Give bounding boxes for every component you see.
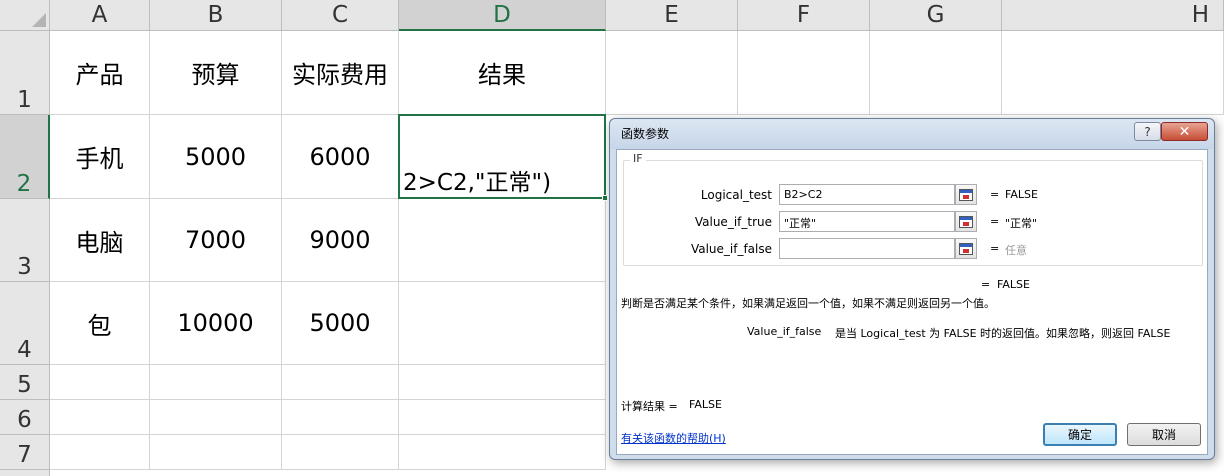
cell-g1[interactable]: [870, 31, 1002, 115]
cell-a1[interactable]: 产品: [50, 31, 150, 115]
select-all-icon: [32, 13, 46, 27]
function-name: IF: [630, 152, 646, 165]
logical-test-equals: =: [990, 188, 1000, 201]
cell-c2[interactable]: 6000: [282, 115, 399, 199]
function-description: 判断是否满足某个条件，如果满足返回一个值，如果不满足则返回另一个值。: [621, 297, 995, 310]
ok-button[interactable]: 确定: [1043, 423, 1117, 446]
value-if-false-equals: =: [990, 242, 1000, 255]
cell-a5[interactable]: [50, 365, 150, 400]
cell-d6[interactable]: [399, 400, 606, 435]
column-header-h[interactable]: H: [1002, 0, 1224, 31]
row-header-5[interactable]: 5: [0, 365, 50, 400]
row-header-2[interactable]: 2: [0, 115, 50, 199]
cell-c6[interactable]: [282, 400, 399, 435]
formula-result-value: FALSE: [997, 278, 1030, 291]
cell-c5[interactable]: [282, 365, 399, 400]
column-header-g[interactable]: G: [870, 0, 1002, 31]
arg-label-value-if-true: Value_if_true: [694, 215, 772, 229]
cell-d2-formula-edit[interactable]: 2>C2,"正常"): [399, 115, 606, 199]
value-if-true-ref-button[interactable]: [955, 211, 977, 232]
column-header-f[interactable]: F: [738, 0, 870, 31]
formula-result-equals: =: [981, 278, 991, 291]
row-header-8[interactable]: [0, 470, 50, 476]
column-header-e[interactable]: E: [606, 0, 738, 31]
dialog-close-button[interactable]: ✕: [1161, 122, 1208, 141]
range-select-icon: [959, 215, 973, 228]
arg-label-logical-test: Logical_test: [700, 188, 772, 202]
cell-a7[interactable]: [50, 435, 150, 470]
cell-b6[interactable]: [150, 400, 282, 435]
cell-b2[interactable]: 5000: [150, 115, 282, 199]
dialog-body: IF Logical_test B2>C2 = FALSE Value_if_t…: [616, 149, 1208, 455]
column-header-a[interactable]: A: [50, 0, 150, 31]
function-args-group: IF Logical_test B2>C2 = FALSE Value_if_t…: [623, 152, 1203, 266]
cell-a2[interactable]: 手机: [50, 115, 150, 199]
value-if-true-equals: =: [990, 215, 1000, 228]
cell-c1[interactable]: 实际费用: [282, 31, 399, 115]
cell-d4[interactable]: [399, 282, 606, 365]
range-select-icon: [959, 242, 973, 255]
row-header-4[interactable]: 4: [0, 282, 50, 365]
cancel-button[interactable]: 取消: [1127, 423, 1201, 446]
cell-a6[interactable]: [50, 400, 150, 435]
cell-c3[interactable]: 9000: [282, 199, 399, 282]
logical-test-result: FALSE: [1005, 188, 1038, 201]
fill-handle[interactable]: [602, 195, 608, 201]
select-all-corner[interactable]: [0, 0, 50, 31]
cell-b5[interactable]: [150, 365, 282, 400]
function-help-link[interactable]: 有关该函数的帮助(H): [621, 430, 726, 446]
cell-d3[interactable]: [399, 199, 606, 282]
arg-label-value-if-false: Value_if_false: [690, 242, 772, 256]
row-header-7[interactable]: 7: [0, 435, 50, 470]
cell-d7[interactable]: [399, 435, 606, 470]
row-header-3[interactable]: 3: [0, 199, 50, 282]
current-param-description: 是当 Logical_test 为 FALSE 时的返回值。如果忽略，则返回 F…: [835, 327, 1171, 340]
logical-test-ref-button[interactable]: [955, 184, 977, 205]
cell-d5[interactable]: [399, 365, 606, 400]
cell-b7[interactable]: [150, 435, 282, 470]
dialog-help-button[interactable]: ?: [1134, 122, 1161, 141]
dialog-titlebar[interactable]: 函数参数 ? ✕: [610, 119, 1214, 149]
range-select-icon: [959, 188, 973, 201]
current-param-name: Value_if_false: [747, 325, 822, 338]
cell-b1[interactable]: 预算: [150, 31, 282, 115]
cell-c7[interactable]: [282, 435, 399, 470]
value-if-false-input[interactable]: [779, 238, 955, 259]
column-header-c[interactable]: C: [282, 0, 399, 31]
cell-e1[interactable]: [606, 31, 738, 115]
logical-test-input[interactable]: B2>C2: [779, 184, 955, 205]
cell-a4[interactable]: 包: [50, 282, 150, 365]
value-if-false-result: 任意: [1005, 244, 1027, 257]
column-header-b[interactable]: B: [150, 0, 282, 31]
column-header-d[interactable]: D: [399, 0, 606, 31]
cell-d1[interactable]: 结果: [399, 31, 606, 115]
row-header-6[interactable]: 6: [0, 400, 50, 435]
cell-b3[interactable]: 7000: [150, 199, 282, 282]
cell-c4[interactable]: 5000: [282, 282, 399, 365]
dialog-title: 函数参数: [621, 127, 670, 141]
value-if-false-ref-button[interactable]: [955, 238, 977, 259]
cell-f1[interactable]: [738, 31, 870, 115]
row-header-1[interactable]: 1: [0, 31, 50, 115]
calc-result-label: 计算结果 =: [621, 400, 678, 413]
function-arguments-dialog: 函数参数 ? ✕ IF Logical_test B2>C2 = FALSE V…: [609, 118, 1215, 460]
value-if-true-result: "正常": [1005, 217, 1038, 230]
value-if-true-input[interactable]: "正常": [779, 211, 955, 232]
cell-h1[interactable]: [1002, 31, 1224, 115]
cell-b4[interactable]: 10000: [150, 282, 282, 365]
cell-a3[interactable]: 电脑: [50, 199, 150, 282]
calc-result-value: FALSE: [689, 398, 722, 411]
